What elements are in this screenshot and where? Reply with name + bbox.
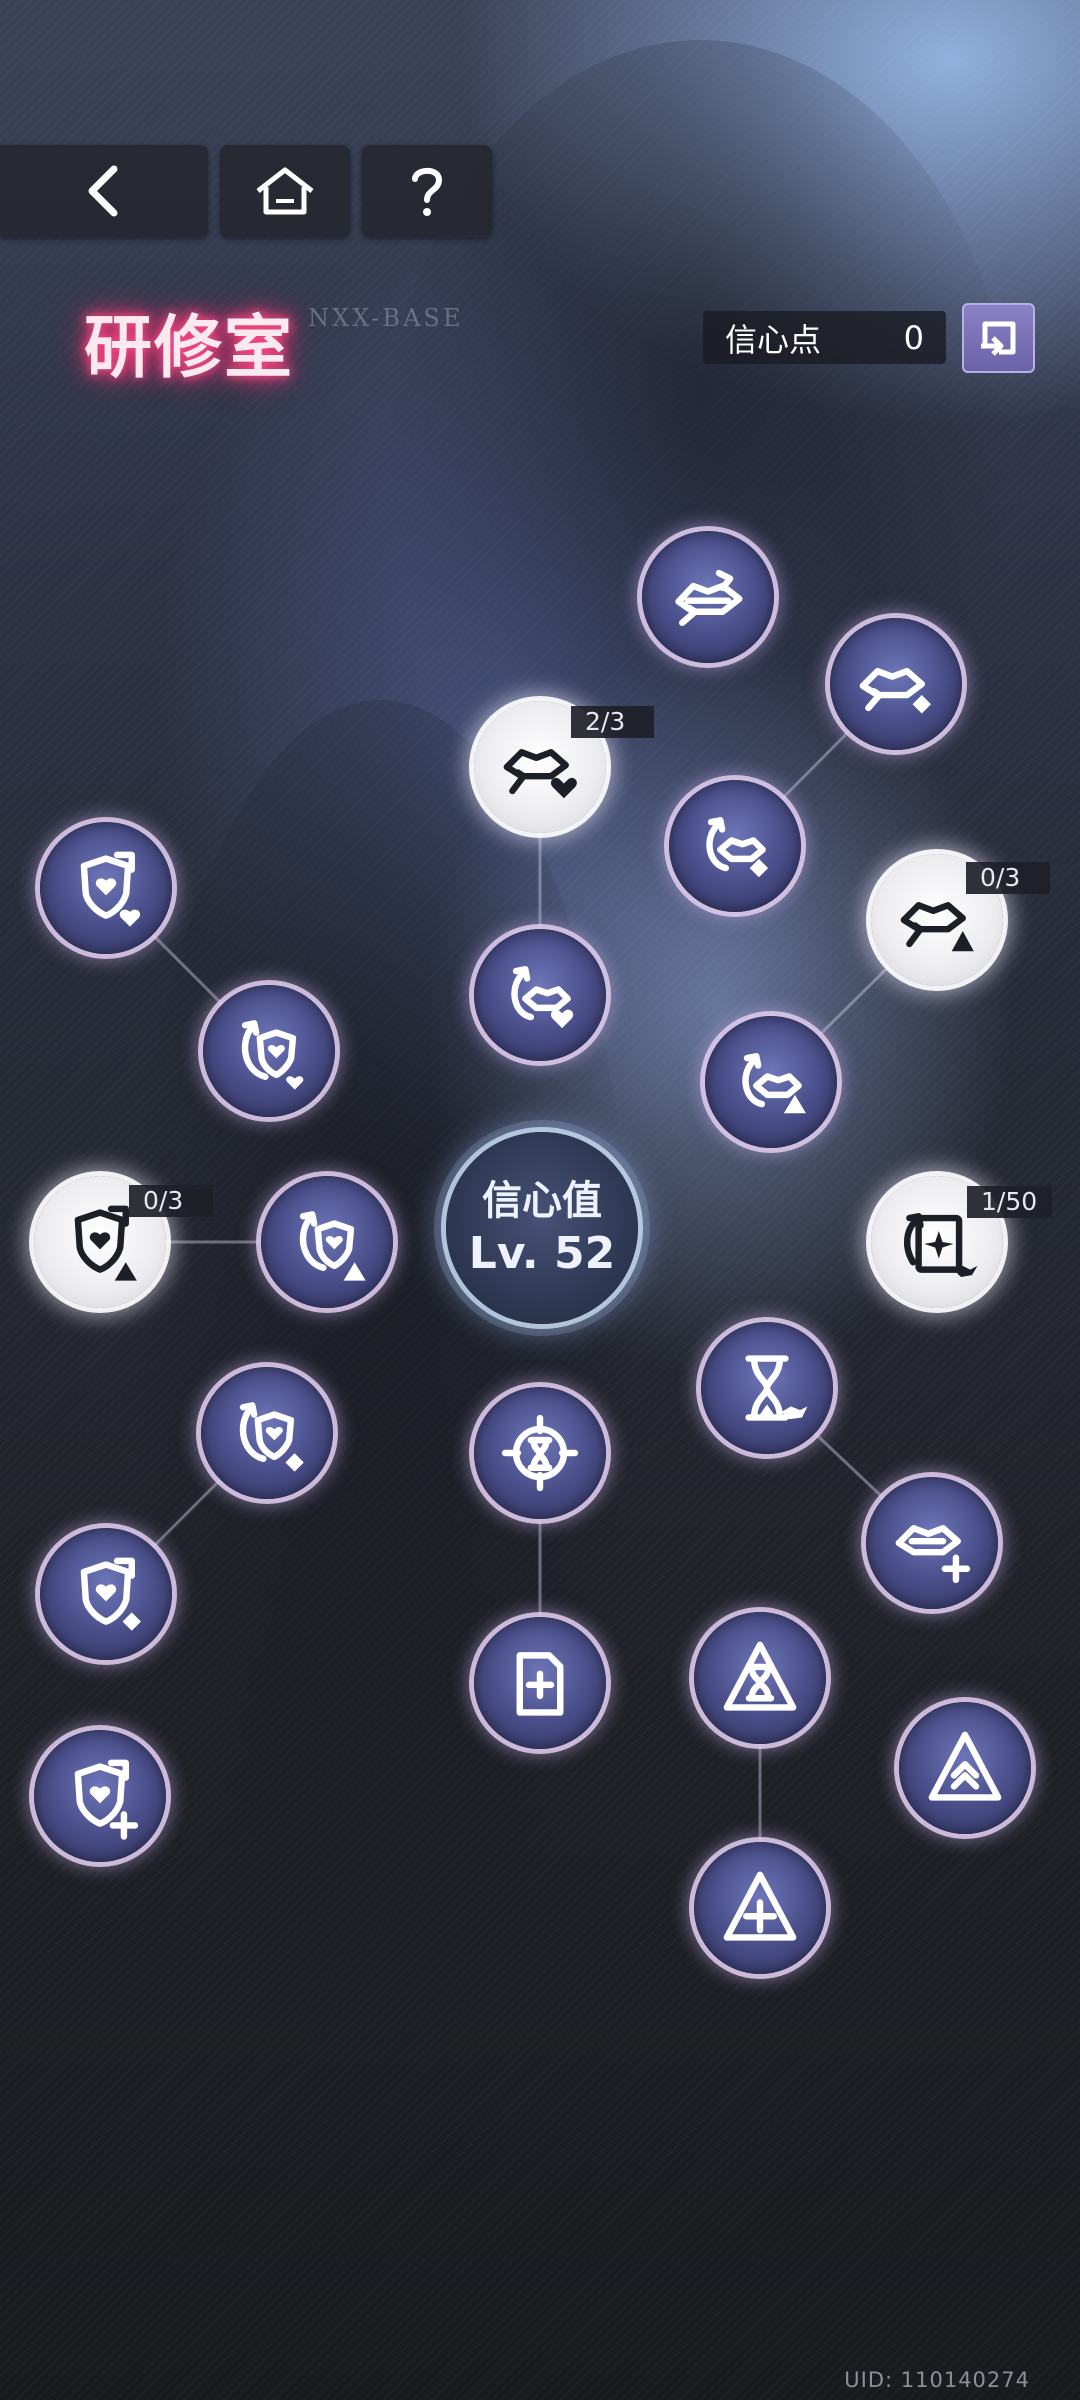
shield-heart-icon bbox=[80, 851, 141, 927]
exchange-button[interactable] bbox=[962, 303, 1035, 373]
skill-node-mouth-4[interactable] bbox=[474, 929, 606, 1061]
skill-node-mouth-5[interactable] bbox=[705, 1016, 837, 1148]
points-value: 0 bbox=[903, 318, 924, 357]
skill-tree-screen: 研修室 NXX-BASE 信心点 0 2/3 0/3 0/3 信心值 Lv. 5… bbox=[0, 0, 1080, 2400]
mouth-arrow-heart-icon bbox=[511, 966, 574, 1029]
question-icon bbox=[412, 167, 443, 216]
skill-node-hourglass-2[interactable] bbox=[694, 1612, 826, 1744]
home-icon bbox=[256, 167, 314, 215]
card-plus-icon bbox=[516, 1652, 564, 1716]
exchange-icon bbox=[980, 321, 1015, 356]
skill-node-hourglass-1[interactable] bbox=[701, 1322, 833, 1454]
shield-plus-icon bbox=[74, 1759, 139, 1840]
skill-node-card-plus[interactable] bbox=[474, 1617, 606, 1749]
skill-node-shield-1[interactable] bbox=[40, 822, 172, 954]
trust-level: Lv. 52 bbox=[468, 1228, 616, 1279]
page-title: 研修室 bbox=[84, 308, 295, 388]
mouth-arrow-warning-icon bbox=[742, 1053, 806, 1114]
skill-node-hourglass-target[interactable] bbox=[474, 1387, 606, 1519]
skill-node-shield-5[interactable] bbox=[40, 1528, 172, 1660]
triangle-plus-icon bbox=[723, 1871, 797, 1941]
skill-node-tag-plus[interactable] bbox=[866, 1477, 998, 1609]
skill-node-shield-2[interactable] bbox=[203, 985, 335, 1117]
trust-label: 信心值 bbox=[482, 1178, 602, 1224]
lips-plus-icon bbox=[895, 1525, 971, 1584]
trust-level-node[interactable]: 信心值 Lv. 52 bbox=[446, 1132, 638, 1324]
chevron-left-icon bbox=[88, 165, 118, 217]
skill-node-shield-4[interactable] bbox=[201, 1367, 333, 1499]
home-button[interactable] bbox=[220, 145, 350, 237]
node-counter: 0/3 bbox=[966, 862, 1050, 894]
points-label: 信心点 bbox=[725, 320, 822, 359]
uid-label: UID: 110140274 bbox=[844, 2368, 1030, 2392]
lips-diamond-icon bbox=[859, 667, 931, 714]
skill-node-mouth-3[interactable] bbox=[669, 780, 801, 912]
points-display: 信心点 0 bbox=[703, 311, 946, 364]
hourglass-target-icon bbox=[501, 1414, 579, 1492]
triangle-chevrons-icon bbox=[928, 1731, 1002, 1801]
skill-node-mouth-2[interactable] bbox=[830, 618, 962, 750]
hourglass-lips-icon bbox=[745, 1355, 808, 1421]
back-button[interactable] bbox=[0, 145, 208, 237]
skill-node-triangle-plus[interactable] bbox=[694, 1842, 826, 1974]
shield-arrow-warning-icon bbox=[299, 1211, 366, 1281]
skill-node-mouth-1[interactable] bbox=[642, 531, 774, 663]
mouth-arrow-diamond-icon bbox=[706, 817, 769, 878]
node-counter: 0/3 bbox=[129, 1185, 213, 1217]
skill-node-shield-plus[interactable] bbox=[34, 1730, 166, 1862]
help-button[interactable] bbox=[362, 145, 492, 237]
skill-node-shield-3[interactable] bbox=[261, 1176, 393, 1308]
shield-diamond-icon bbox=[80, 1557, 141, 1631]
lips-icon bbox=[675, 569, 743, 626]
node-counter: 1/50 bbox=[967, 1186, 1052, 1218]
skill-node-rank-up[interactable] bbox=[899, 1702, 1031, 1834]
page-subtitle: NXX-BASE bbox=[308, 304, 464, 332]
hourglass-triangle-icon bbox=[723, 1641, 797, 1711]
node-counter: 2/3 bbox=[571, 706, 654, 738]
shield-arrow-heart-icon bbox=[241, 1020, 304, 1090]
shield-arrow-diamond-icon bbox=[239, 1402, 304, 1472]
